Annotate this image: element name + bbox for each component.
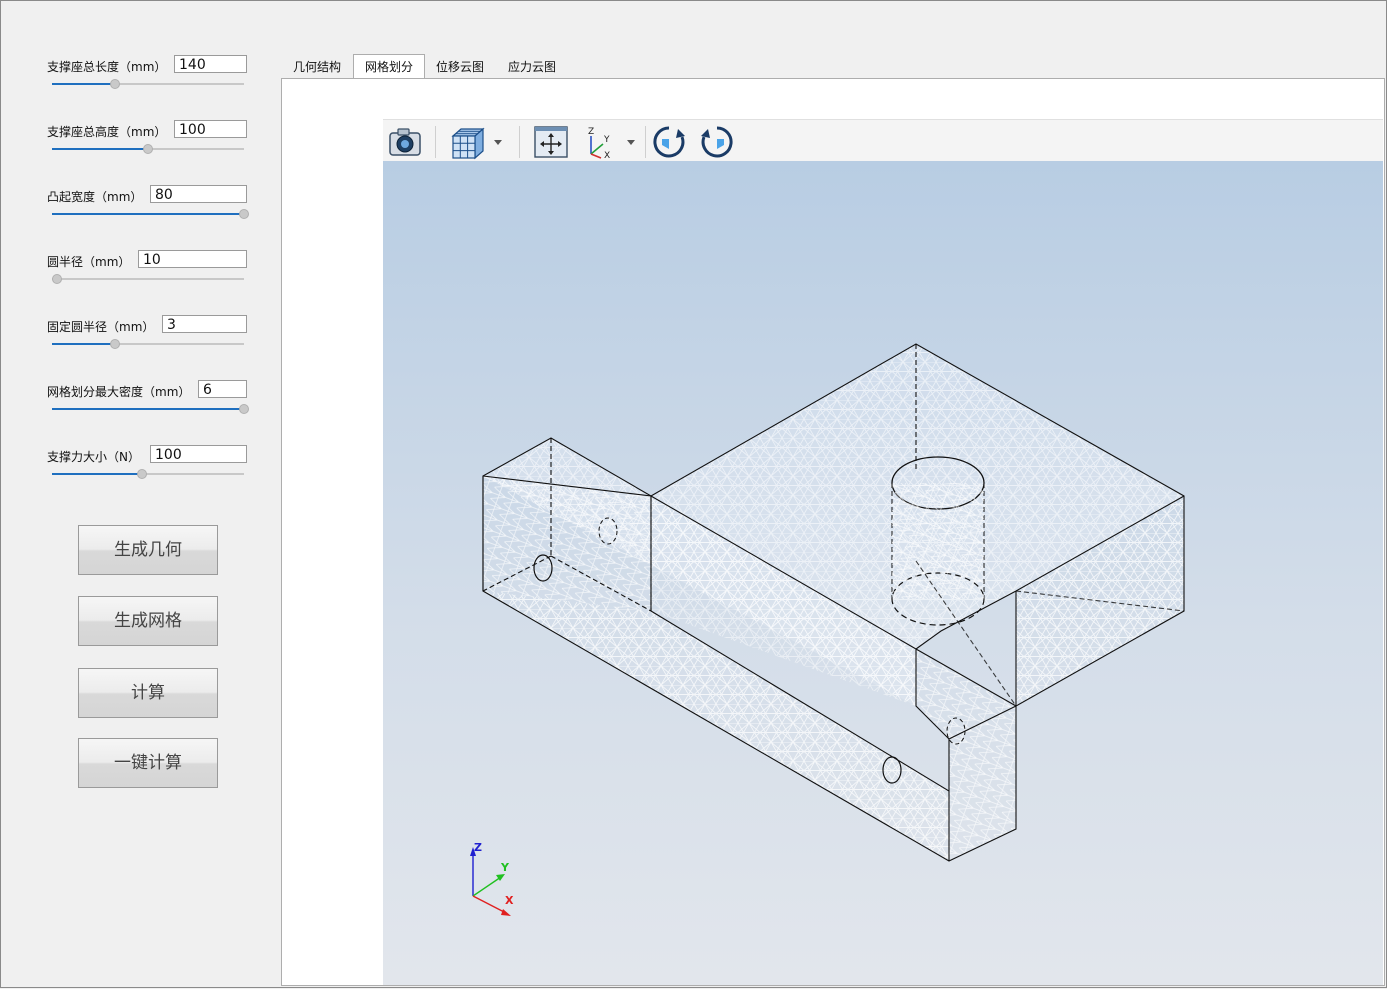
axis-y-label: Y (501, 861, 509, 874)
slider-thumb[interactable] (239, 209, 249, 219)
param-label: 支撑座总长度（mm） (47, 60, 167, 74)
camera-icon[interactable] (387, 124, 423, 160)
tab-stress[interactable]: 应力云图 (499, 55, 565, 78)
circle-radius-slider[interactable] (52, 274, 244, 284)
param-fixed-circle-radius: 固定圆半径（mm） 3 (47, 315, 247, 365)
param-label: 固定圆半径（mm） (47, 320, 155, 334)
slider-fill (52, 83, 116, 85)
slider-thumb[interactable] (239, 404, 249, 414)
mesh-display-icon[interactable] (449, 124, 485, 160)
support-force-input[interactable]: 100 (150, 445, 247, 463)
param-total-length: 支撑座总长度（mm） 140 (47, 55, 247, 105)
slider-fill (52, 343, 116, 345)
axis-x-label: X (505, 894, 514, 907)
svg-text:Z: Z (588, 127, 594, 137)
param-label: 网格划分最大密度（mm） (47, 385, 191, 399)
main-window: 支撑座总长度（mm） 140 支撑座总高度（mm） 100 凸起宽度（mm） 8… (0, 0, 1387, 988)
toolbar-separator (645, 126, 646, 158)
mesh-viewer: Z Y X Z Y X (383, 119, 1383, 985)
fixed-circle-radius-input[interactable]: 3 (162, 315, 247, 333)
3d-viewport[interactable]: Z Y X (383, 161, 1383, 985)
param-support-force: 支撑力大小（N） 100 (47, 445, 247, 495)
param-label: 圆半径（mm） (47, 255, 131, 269)
slider-thumb[interactable] (143, 144, 153, 154)
slider-thumb[interactable] (137, 469, 148, 479)
param-circle-radius: 圆半径（mm） 10 (47, 250, 247, 300)
one-click-compute-button[interactable]: 一键计算 (78, 738, 218, 788)
boss-width-slider[interactable] (52, 209, 249, 219)
svg-text:X: X (604, 151, 610, 160)
slider-thumb[interactable] (52, 274, 62, 284)
tab-geometry[interactable]: 几何结构 (284, 55, 350, 78)
viewer-toolbar: Z Y X (383, 119, 1383, 163)
axis-z-label: Z (474, 841, 482, 854)
slider-thumb[interactable] (110, 79, 121, 89)
mesh-density-slider[interactable] (52, 404, 249, 414)
circle-radius-input[interactable]: 10 (138, 250, 247, 268)
boss-width-input[interactable]: 80 (150, 185, 247, 203)
support-force-slider[interactable] (52, 469, 244, 479)
mesh-density-input[interactable]: 6 (198, 380, 247, 398)
param-total-height: 支撑座总高度（mm） 100 (47, 120, 247, 170)
total-length-input[interactable]: 140 (174, 55, 247, 73)
mesh-model (470, 343, 1185, 916)
total-height-slider[interactable] (52, 144, 244, 154)
tab-mesh[interactable]: 网格划分 (353, 54, 425, 79)
mesh-body (482, 343, 1185, 862)
total-length-slider[interactable] (52, 79, 244, 89)
total-height-input[interactable]: 100 (174, 120, 247, 138)
slider-fill (52, 148, 148, 150)
param-label: 支撑力大小（N） (47, 450, 140, 464)
fit-all-icon[interactable] (533, 124, 569, 160)
svg-text:Y: Y (603, 135, 610, 145)
param-mesh-density: 网格划分最大密度（mm） 6 (47, 380, 249, 430)
axes-view-icon[interactable]: Z Y X (583, 124, 619, 161)
toolbar-separator (519, 126, 520, 158)
slider-fill (52, 408, 244, 410)
param-label: 支撑座总高度（mm） (47, 125, 167, 139)
fixed-circle-radius-slider[interactable] (52, 339, 244, 349)
param-boss-width: 凸起宽度（mm） 80 (47, 185, 249, 235)
rotate-ccw-icon[interactable] (699, 124, 735, 160)
slider-thumb[interactable] (110, 339, 121, 349)
generate-mesh-button[interactable]: 生成网格 (78, 596, 218, 646)
chevron-down-icon[interactable] (491, 124, 505, 160)
chevron-down-icon[interactable] (624, 124, 638, 160)
slider-fill (52, 213, 244, 215)
generate-geometry-button[interactable]: 生成几何 (78, 525, 218, 575)
compute-button[interactable]: 计算 (78, 668, 218, 718)
rotate-cw-icon[interactable] (651, 124, 687, 160)
toolbar-separator (435, 126, 436, 158)
tab-displacement[interactable]: 位移云图 (427, 55, 493, 78)
param-label: 凸起宽度（mm） (47, 190, 143, 204)
slider-fill (52, 473, 143, 475)
